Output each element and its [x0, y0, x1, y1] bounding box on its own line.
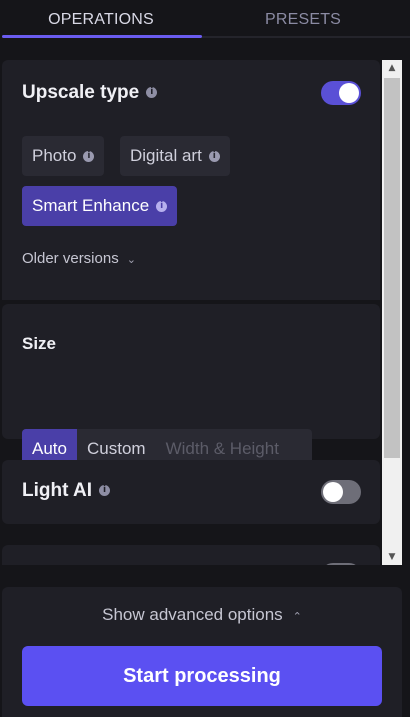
scrollbar-thumb[interactable] [384, 78, 400, 458]
tab-operations[interactable]: OPERATIONS [0, 0, 202, 40]
toggle-knob [323, 482, 343, 502]
tab-presets[interactable]: PRESETS [202, 0, 404, 40]
show-advanced-options-toggle[interactable]: Show advanced options ⌃ [2, 605, 402, 625]
scroll-up-arrow-icon[interactable]: ▲ [382, 60, 402, 76]
start-processing-button[interactable]: Start processing [22, 646, 382, 706]
info-icon[interactable]: i [146, 87, 158, 99]
upscale-option-photo[interactable]: Photo i [22, 136, 105, 176]
upscale-type-heading: Upscale type i [22, 82, 158, 104]
light-ai-panel: Light AI i [2, 460, 380, 524]
advanced-options-label: Show advanced options [102, 605, 283, 624]
upscale-type-title: Upscale type [22, 82, 140, 103]
upscale-option-smart-enhance[interactable]: Smart Enhance i [22, 186, 178, 226]
tab-bar: OPERATIONS PRESETS [0, 0, 410, 40]
size-title: Size [22, 334, 57, 353]
info-icon[interactable]: i [208, 150, 220, 162]
older-versions-label: Older versions [22, 250, 119, 267]
chevron-up-icon: ⌃ [292, 611, 302, 623]
scroll-down-arrow-icon[interactable]: ▼ [382, 549, 402, 565]
tab-divider [202, 36, 410, 38]
size-panel: Size Auto Custom Width & Height [2, 304, 380, 469]
info-icon[interactable]: i [99, 485, 110, 497]
toggle-knob [339, 83, 359, 103]
light-ai-title: Light AI [22, 480, 92, 501]
light-ai-toggle[interactable] [321, 480, 361, 504]
info-icon[interactable]: i [156, 200, 168, 212]
chip-label: Photo [32, 146, 77, 165]
next-option-panel [2, 545, 380, 565]
older-versions-toggle[interactable]: Older versions ⌄ [22, 250, 136, 267]
chevron-down-icon: ⌄ [126, 254, 136, 266]
chip-label: Smart Enhance [32, 196, 150, 215]
info-icon[interactable]: i [83, 150, 95, 162]
upscale-option-digital-art[interactable]: Digital art i [120, 136, 230, 176]
upscale-type-toggle[interactable] [321, 81, 361, 105]
vertical-scrollbar[interactable]: ▲ ▼ [382, 60, 402, 565]
upscale-type-panel: Upscale type i Photo i Digital art i Smart … [2, 60, 380, 300]
chip-label: Digital art [130, 146, 202, 165]
next-option-toggle[interactable] [321, 563, 361, 565]
settings-scroll-area[interactable]: Upscale type i Photo i Digital art i Smart … [0, 60, 410, 565]
light-ai-heading: Light AI i [22, 480, 110, 502]
bottom-action-panel: Show advanced options ⌃ Start processing [2, 587, 402, 717]
